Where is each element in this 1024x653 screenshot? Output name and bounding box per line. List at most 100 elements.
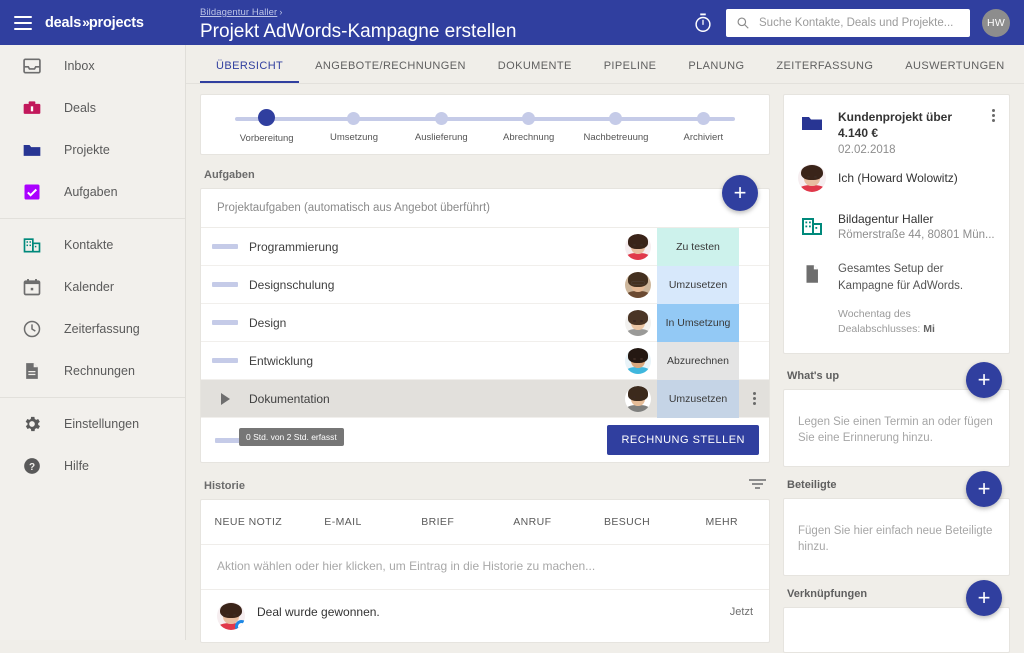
status-badge[interactable]: Zu testen: [657, 227, 739, 266]
sidebar-item-hilfe[interactable]: ? Hilfe: [0, 445, 185, 487]
history-tab-neue-notiz[interactable]: NEUE NOTIZ: [201, 516, 296, 528]
sidebar-item-rechnungen[interactable]: Rechnungen: [0, 350, 185, 392]
main-content: ÜBERSICHT ANGEBOTE/RECHNUNGEN DOKUMENTE …: [186, 45, 1024, 653]
status-badge[interactable]: Umzusetzen: [657, 379, 739, 418]
table-row[interactable]: Designschulung Umzusetzen: [201, 265, 769, 304]
avatar[interactable]: [625, 233, 651, 260]
sidebar-item-projekte[interactable]: Projekte: [0, 129, 185, 171]
stage-umsetzung[interactable]: Umsetzung: [310, 112, 397, 143]
tasks-subtitle: Projektaufgaben (automatisch aus Angebot…: [201, 189, 769, 228]
whats-up-section: What's up + Legen Sie einen Termin an od…: [783, 358, 1010, 467]
stage-dot: [696, 112, 710, 125]
deal-owner-name: Ich (Howard Wolowitz): [838, 171, 958, 185]
stage-auslieferung[interactable]: Auslieferung: [398, 112, 485, 143]
sidebar-item-deals[interactable]: Deals: [0, 87, 185, 129]
tab-pipeline[interactable]: PIPELINE: [588, 60, 673, 83]
document-icon: [798, 261, 826, 295]
history-tab-brief[interactable]: BRIEF: [390, 516, 485, 528]
tab-zeiterfassung[interactable]: ZEITERFASSUNG: [760, 60, 889, 83]
table-row[interactable]: Entwicklung Abzurechnen: [201, 341, 769, 380]
sidebar-divider: [0, 218, 185, 219]
task-progress-handle[interactable]: [201, 244, 249, 249]
calendar-icon: [22, 277, 42, 297]
filter-icon[interactable]: [749, 479, 766, 492]
deal-won-badge-icon: [235, 620, 245, 630]
task-progress-handle[interactable]: [201, 320, 249, 325]
breadcrumb: Bildagentur Haller › Projekt AdWords-Kamp…: [186, 2, 516, 43]
stopwatch-icon[interactable]: [692, 12, 714, 34]
task-name: Design: [249, 315, 287, 330]
sidebar-item-label: Inbox: [64, 59, 95, 73]
tab-auswertungen[interactable]: AUSWERTUNGEN: [889, 60, 1020, 83]
sidebar-item-label: Rechnungen: [64, 364, 135, 378]
avatar[interactable]: [625, 347, 651, 374]
list-item[interactable]: Deal wurde gewonnen. Jetzt: [201, 590, 769, 642]
svg-text:?: ?: [29, 462, 35, 473]
task-progress-handle[interactable]: [201, 282, 249, 287]
history-action-tabs: NEUE NOTIZ E-MAIL BRIEF ANRUF BESUCH MEH…: [201, 500, 769, 544]
top-bar-actions: HW: [692, 0, 1024, 45]
search-input[interactable]: [759, 16, 960, 29]
deal-menu-button[interactable]: [992, 109, 995, 156]
table-row[interactable]: Programmierung Zu testen: [201, 227, 769, 266]
status-badge[interactable]: Umzusetzen: [657, 265, 739, 304]
sidebar-divider: [0, 397, 185, 398]
stage-vorbereitung[interactable]: Vorbereitung: [223, 109, 310, 144]
beteiligte-section: Beteiligte + Fügen Sie hier einfach neue…: [783, 467, 1010, 576]
stage-nachbetreuung[interactable]: Nachbetreuung: [572, 112, 659, 143]
history-tab-mehr[interactable]: MEHR: [674, 516, 769, 528]
add-verknuepfung-button[interactable]: +: [966, 580, 1002, 616]
history-tab-email[interactable]: E-MAIL: [296, 516, 391, 528]
whats-up-empty-text[interactable]: Legen Sie einen Termin an oder fügen Sie…: [783, 389, 1010, 467]
avatar[interactable]: [625, 271, 651, 298]
status-badge[interactable]: Abzurechnen: [657, 341, 739, 380]
table-row[interactable]: Dokumentation Umzusetzen: [201, 379, 769, 418]
sidebar-item-label: Kalender: [64, 280, 115, 294]
right-column: Kundenprojekt über 4.140 € 02.02.2018 Ic…: [783, 94, 1010, 653]
sidebar-item-label: Einstellungen: [64, 417, 140, 431]
hamburger-icon[interactable]: [14, 15, 32, 30]
tab-angebote-rechnungen[interactable]: ANGEBOTE/RECHNUNGEN: [299, 60, 482, 83]
beteiligte-empty-text[interactable]: Fügen Sie hier einfach neue Beteiligte h…: [783, 498, 1010, 576]
search-box[interactable]: [726, 8, 970, 37]
row-menu-button[interactable]: [739, 392, 769, 405]
main-column: Vorbereitung Umsetzung Auslieferung Abre…: [200, 94, 770, 653]
deal-owner-row[interactable]: Ich (Howard Wolowitz): [784, 156, 1009, 206]
stage-archiviert[interactable]: Archiviert: [660, 112, 747, 143]
building-icon: [798, 212, 826, 241]
app-logo[interactable]: deals»projects: [45, 14, 144, 31]
avatar: [798, 164, 826, 192]
avatar[interactable]: [625, 385, 651, 412]
sidebar-item-label: Kontakte: [64, 238, 114, 252]
table-row[interactable]: Design In Umsetzung: [201, 303, 769, 342]
sidebar-item-inbox[interactable]: Inbox: [0, 45, 185, 87]
kebab-menu-icon: [992, 109, 995, 122]
sidebar-item-aufgaben[interactable]: Aufgaben: [0, 171, 185, 213]
breadcrumb-link[interactable]: Bildagentur Haller: [200, 7, 277, 18]
history-tab-anruf[interactable]: ANRUF: [485, 516, 580, 528]
create-invoice-button[interactable]: RECHNUNG STELLEN: [607, 425, 759, 455]
history-tab-besuch[interactable]: BESUCH: [580, 516, 675, 528]
sidebar-item-zeiterfassung[interactable]: Zeiterfassung: [0, 308, 185, 350]
history-input[interactable]: Aktion wählen oder hier klicken, um Eint…: [201, 544, 769, 590]
sidebar-item-kontakte[interactable]: Kontakte: [0, 224, 185, 266]
user-avatar[interactable]: HW: [982, 8, 1010, 37]
sidebar-item-kalender[interactable]: Kalender: [0, 266, 185, 308]
gear-icon: [22, 414, 42, 434]
sidebar-item-einstellungen[interactable]: Einstellungen: [0, 403, 185, 445]
checkbox-icon: [22, 182, 42, 202]
stage-abrechnung[interactable]: Abrechnung: [485, 112, 572, 143]
add-whats-up-button[interactable]: +: [966, 362, 1002, 398]
status-badge[interactable]: In Umsetzung: [657, 303, 739, 342]
tab-dokumente[interactable]: DOKUMENTE: [482, 60, 588, 83]
add-task-button[interactable]: +: [722, 175, 758, 211]
task-progress-handle[interactable]: [201, 358, 249, 363]
tab-uebersicht[interactable]: ÜBERSICHT: [200, 60, 300, 83]
deal-company-row[interactable]: Bildagentur Haller Römerstraße 44, 80801…: [784, 206, 1009, 257]
add-beteiligte-button[interactable]: +: [966, 471, 1002, 507]
verknuepfungen-section: Verknüpfungen +: [783, 576, 1010, 653]
avatar[interactable]: [625, 309, 651, 336]
deal-title: Kundenprojekt über 4.140 €: [838, 109, 980, 141]
tab-planung[interactable]: PLANUNG: [672, 60, 760, 83]
task-expand-toggle[interactable]: [201, 392, 249, 405]
